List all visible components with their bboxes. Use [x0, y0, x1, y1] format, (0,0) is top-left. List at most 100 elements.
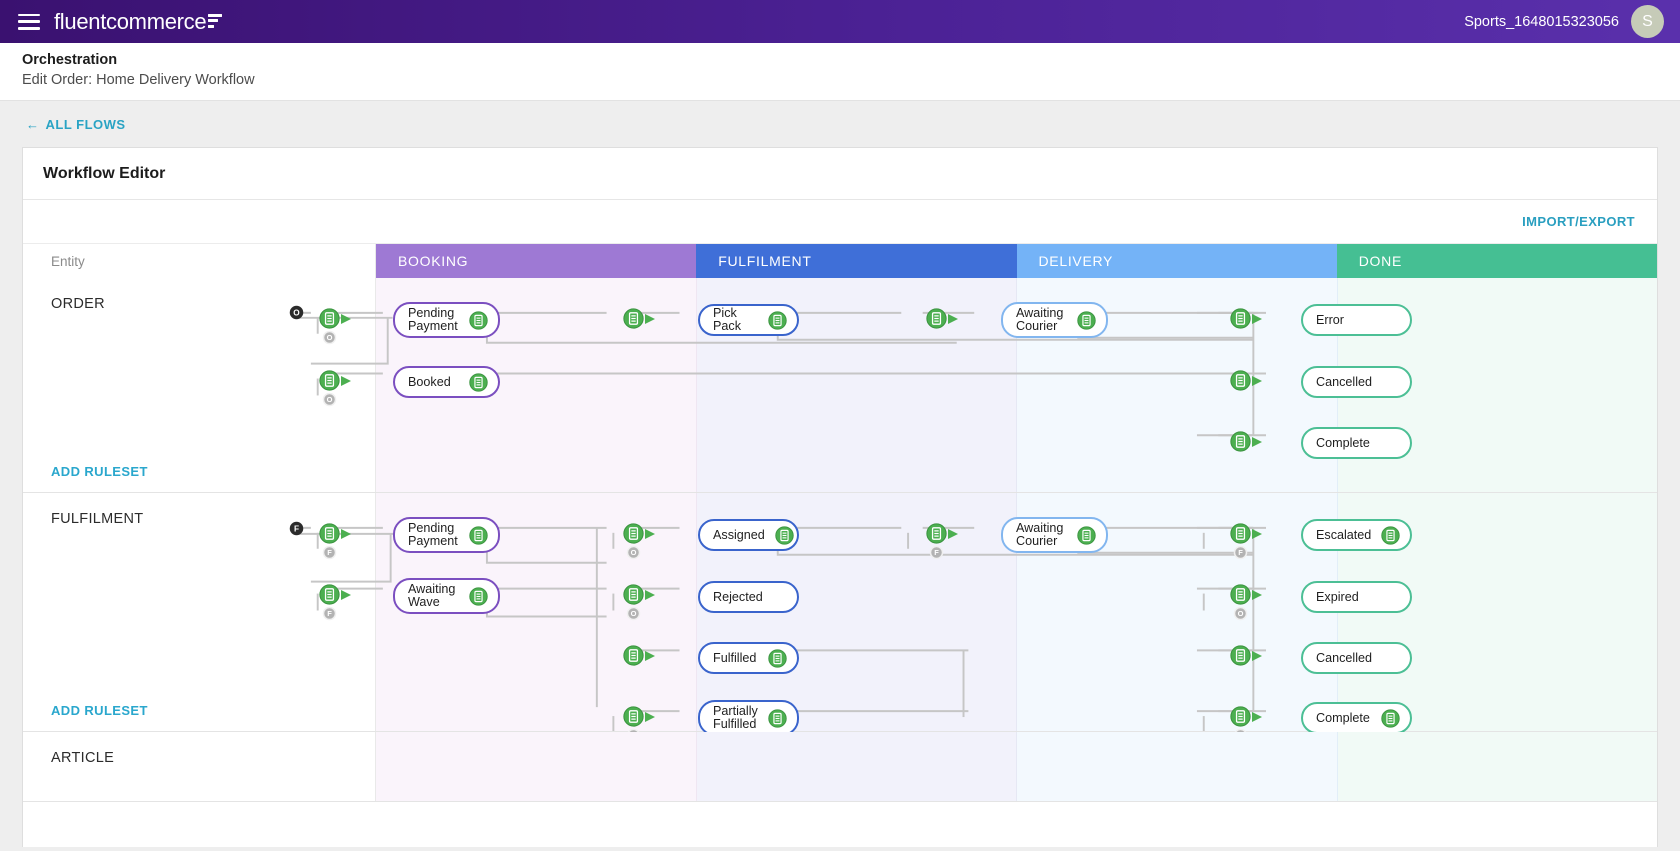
- entity-column-header: Entity: [23, 244, 376, 278]
- workflow-node[interactable]: Fulfilled: [698, 642, 799, 674]
- svg-text:F: F: [1238, 548, 1243, 557]
- workflow-node[interactable]: Pending Payment: [393, 302, 500, 338]
- transition-marker[interactable]: [1230, 308, 1264, 329]
- workflow-node-label: Cancelled: [1316, 652, 1372, 665]
- svg-text:O: O: [631, 548, 637, 557]
- transition-marker[interactable]: [623, 523, 657, 544]
- workflow-node[interactable]: Assigned: [698, 519, 799, 551]
- workflow-node[interactable]: Partially Fulfilled: [698, 700, 799, 736]
- transition-marker[interactable]: [1230, 431, 1264, 452]
- node-ruleset-icon[interactable]: [1067, 526, 1096, 545]
- node-ruleset-icon[interactable]: [758, 311, 787, 330]
- start-node[interactable]: O: [289, 305, 304, 320]
- all-flows-link[interactable]: ← ALL FLOWS: [26, 117, 126, 132]
- node-ruleset-icon[interactable]: [1067, 311, 1096, 330]
- stage-header-delivery[interactable]: DELIVERY: [1017, 244, 1337, 278]
- transition-marker[interactable]: [926, 523, 960, 544]
- import-export-button[interactable]: IMPORT/EXPORT: [1522, 214, 1635, 229]
- transition-entity-badge[interactable]: O: [626, 606, 641, 621]
- back-link-bar: ← ALL FLOWS: [0, 101, 1680, 147]
- workflow-node[interactable]: Awaiting Courier: [1001, 302, 1108, 338]
- svg-text:O: O: [631, 609, 637, 618]
- stage-header-booking[interactable]: BOOKING: [376, 244, 696, 278]
- hamburger-menu-icon[interactable]: [18, 14, 40, 30]
- workflow-node[interactable]: Rejected: [698, 581, 799, 613]
- swimlane-container: ORDERADD RULESET O O O: [23, 278, 1657, 802]
- node-ruleset-icon[interactable]: [1371, 526, 1400, 545]
- workflow-node-label: Expired: [1316, 591, 1359, 604]
- transition-entity-badge[interactable]: O: [1233, 606, 1248, 621]
- workflow-node-label: Escalated: [1316, 529, 1371, 542]
- transition-entity-badge[interactable]: O: [322, 330, 337, 345]
- node-ruleset-icon[interactable]: [1371, 709, 1400, 728]
- node-ruleset-icon[interactable]: [459, 311, 488, 330]
- brand-name-first: fluent: [54, 9, 106, 35]
- transition-marker[interactable]: [623, 584, 657, 605]
- workflow-node-label: Awaiting Courier: [1016, 522, 1063, 548]
- node-ruleset-icon[interactable]: [459, 587, 488, 606]
- transition-marker[interactable]: [319, 584, 353, 605]
- workflow-node-label: Fulfilled: [713, 652, 756, 665]
- node-ruleset-icon[interactable]: [765, 526, 794, 545]
- transition-entity-badge[interactable]: F: [1233, 545, 1248, 560]
- workflow-node-label: Booked: [408, 376, 451, 389]
- card-toolbar: IMPORT/EXPORT: [23, 200, 1657, 244]
- workflow-node[interactable]: Cancelled: [1301, 366, 1412, 398]
- svg-text:F: F: [294, 525, 299, 534]
- transition-marker[interactable]: [926, 308, 960, 329]
- workflow-editor-title: Workflow Editor: [43, 165, 1637, 183]
- workflow-editor-card: Workflow Editor IMPORT/EXPORT Entity BOO…: [22, 147, 1658, 847]
- transition-entity-badge[interactable]: F: [929, 545, 944, 560]
- account-name-label: Sports_1648015323056: [1464, 14, 1619, 30]
- transition-marker[interactable]: [623, 645, 657, 666]
- brand-logo[interactable]: fluentcommerce: [54, 9, 222, 35]
- entity-name: FULFILMENT: [51, 511, 143, 527]
- svg-text:O: O: [1238, 609, 1244, 618]
- transition-marker[interactable]: [1230, 584, 1264, 605]
- workflow-node[interactable]: Booked: [393, 366, 500, 398]
- transition-entity-badge[interactable]: O: [626, 545, 641, 560]
- transition-marker[interactable]: [1230, 523, 1264, 544]
- add-ruleset-button[interactable]: ADD RULESET: [51, 703, 148, 718]
- node-ruleset-icon[interactable]: [459, 373, 488, 392]
- node-ruleset-icon[interactable]: [758, 649, 787, 668]
- workflow-node-label: Pick Pack: [713, 307, 758, 333]
- add-ruleset-button[interactable]: ADD RULESET: [51, 464, 148, 479]
- workflow-node[interactable]: Expired: [1301, 581, 1412, 613]
- node-ruleset-icon[interactable]: [758, 709, 787, 728]
- transition-marker[interactable]: [623, 308, 657, 329]
- stage-header-fulfilment[interactable]: FULFILMENT: [696, 244, 1016, 278]
- swimlane-fulfilment: FULFILMENT ADD RULESET F F F O: [23, 493, 1657, 732]
- workflow-node-label: Cancelled: [1316, 376, 1372, 389]
- transition-marker[interactable]: [1230, 370, 1264, 391]
- transition-entity-badge[interactable]: F: [322, 606, 337, 621]
- workflow-node[interactable]: Pick Pack: [698, 304, 799, 336]
- workflow-node[interactable]: Awaiting Wave: [393, 578, 500, 614]
- transition-marker[interactable]: [319, 523, 353, 544]
- page-title: Orchestration: [22, 52, 1658, 68]
- transition-marker[interactable]: [319, 370, 353, 391]
- svg-text:O: O: [327, 333, 333, 342]
- workflow-node[interactable]: Error: [1301, 304, 1412, 336]
- workflow-node[interactable]: Complete: [1301, 427, 1412, 459]
- page-subtitle: Edit Order: Home Delivery Workflow: [22, 72, 1658, 88]
- workflow-node-label: Complete: [1316, 712, 1370, 725]
- nodes-layer: O O O: [283, 278, 1657, 492]
- workflow-node[interactable]: Complete: [1301, 702, 1412, 734]
- transition-entity-badge[interactable]: F: [322, 545, 337, 560]
- workflow-node[interactable]: Awaiting Courier: [1001, 517, 1108, 553]
- avatar[interactable]: S: [1631, 5, 1664, 38]
- transition-marker[interactable]: [623, 706, 657, 727]
- transition-entity-badge[interactable]: O: [322, 392, 337, 407]
- workflow-node-label: Awaiting Courier: [1016, 307, 1063, 333]
- transition-marker[interactable]: [319, 308, 353, 329]
- workflow-node[interactable]: Pending Payment: [393, 517, 500, 553]
- transition-marker[interactable]: [1230, 706, 1264, 727]
- nodes-layer: [283, 732, 1657, 801]
- stage-header-done[interactable]: DONE: [1337, 244, 1657, 278]
- workflow-node[interactable]: Cancelled: [1301, 642, 1412, 674]
- start-node[interactable]: F: [289, 521, 304, 536]
- node-ruleset-icon[interactable]: [459, 526, 488, 545]
- workflow-node[interactable]: Escalated: [1301, 519, 1412, 551]
- transition-marker[interactable]: [1230, 645, 1264, 666]
